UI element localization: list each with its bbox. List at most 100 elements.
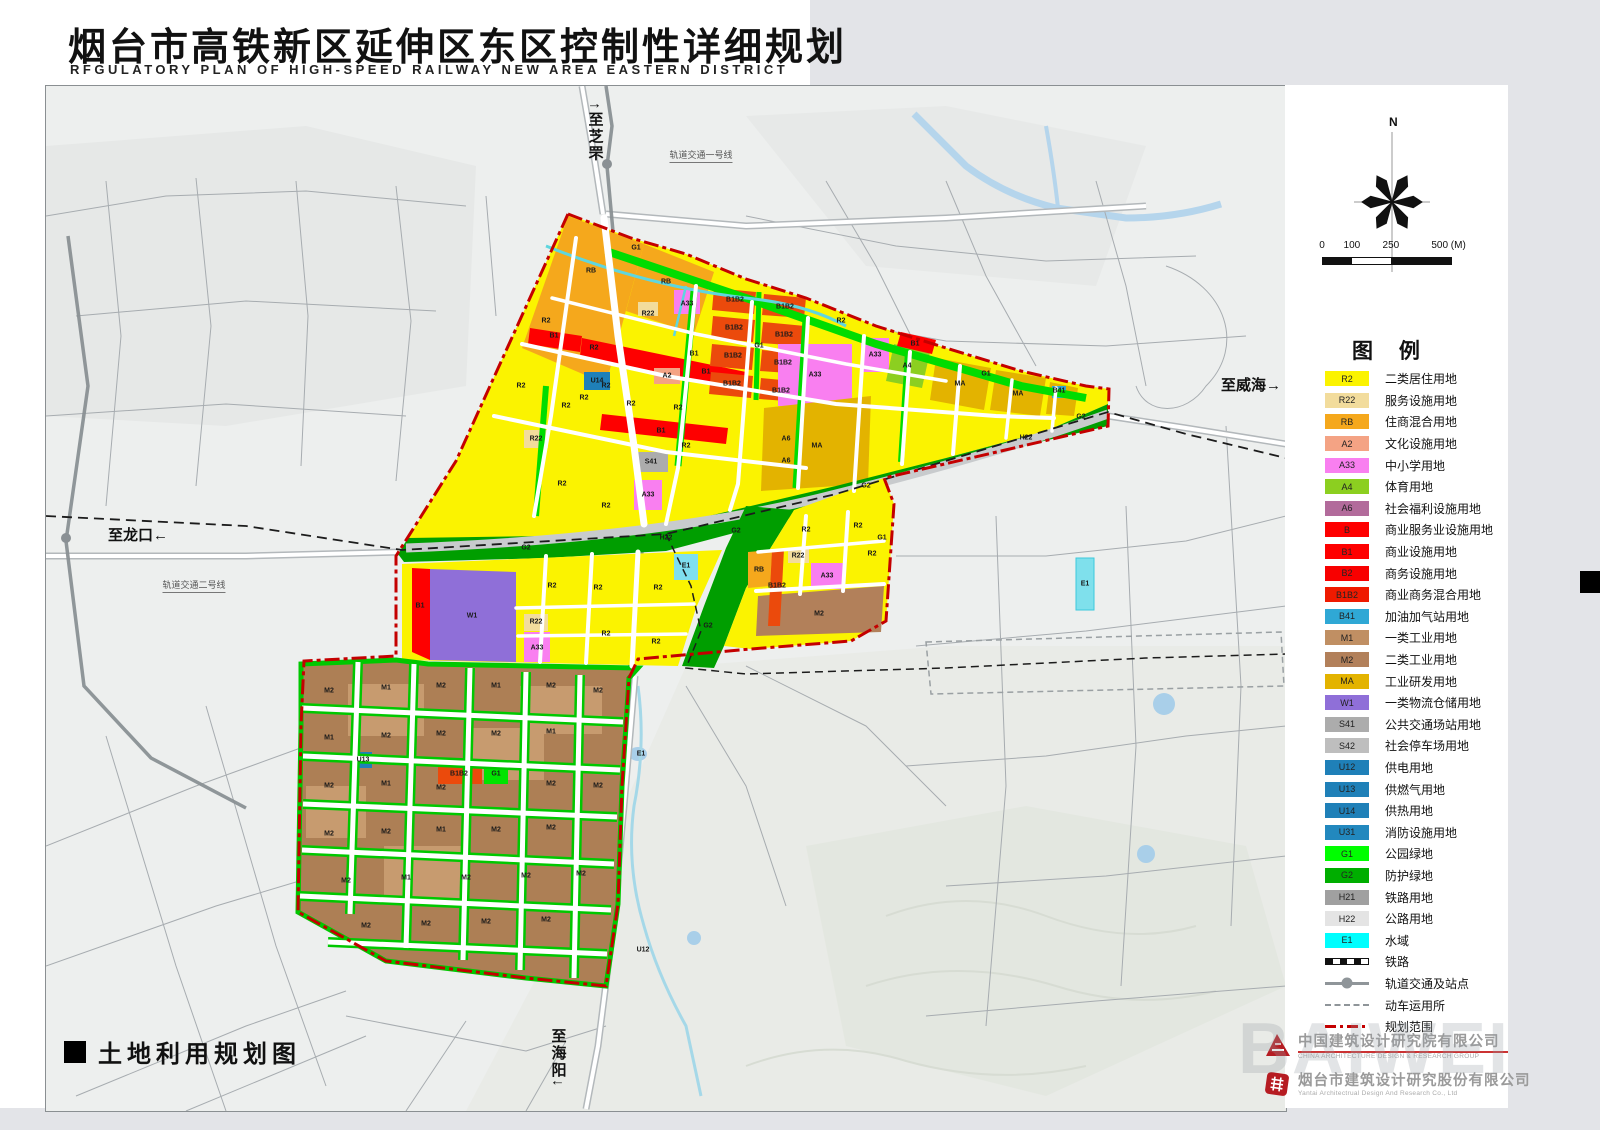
company-name-en: Yantai Architectrual Design And Research… — [1298, 1090, 1508, 1097]
legend-swatch: W1 — [1325, 695, 1369, 710]
legend-label: 二类居住用地 — [1385, 370, 1457, 387]
legend-item: U13 供燃气用地 — [1325, 778, 1515, 800]
legend-swatch: B1B2 — [1325, 587, 1369, 602]
legend-swatch: G2 — [1325, 868, 1369, 883]
legend-swatch: S42 — [1325, 738, 1369, 753]
legend-item: 动车运用所 — [1325, 994, 1515, 1016]
legend-title: 图 例 — [1352, 335, 1430, 365]
page-subtitle: RFGULATORY PLAN OF HIGH-SPEED RAILWAY NE… — [70, 62, 788, 77]
legend-item: RB 住商混合用地 — [1325, 411, 1515, 433]
legend-swatch: A4 — [1325, 479, 1369, 494]
credits-block: 中国建筑设计研究院有限公司CHINA ARCHITECTURE DESIGN &… — [1298, 1030, 1508, 1106]
legend-label: 二类工业用地 — [1385, 651, 1457, 668]
landuse-map: 土地利用规划图 G1RBRBA33R22R2R2B1A2B1B1R2R2R22R… — [45, 85, 1287, 1112]
legend-symbol-rail — [1325, 954, 1369, 969]
legend-item: A4 体育用地 — [1325, 476, 1515, 498]
company-name-zh: 中国建筑设计研究院有限公司 — [1298, 1030, 1508, 1053]
scale-bar-graphic — [1322, 257, 1452, 265]
legend-item: H22 公路用地 — [1325, 908, 1515, 930]
scale-tick: 0 — [1319, 240, 1325, 251]
credit-entry: 烟台市建筑设计研究股份有限公司Yantai Architectrual Desi… — [1298, 1069, 1508, 1097]
legend-item: M1 一类工业用地 — [1325, 627, 1515, 649]
legend-swatch: H21 — [1325, 890, 1369, 905]
legend-item: W1 一类物流仓储用地 — [1325, 692, 1515, 714]
legend-item: A2文化设施用地 — [1325, 433, 1515, 455]
scale-ticks: 0100250500 (M) — [1322, 240, 1452, 254]
scale-bar: 0100250500 (M) — [1322, 240, 1452, 274]
legend-label: 住商混合用地 — [1385, 413, 1457, 430]
legend-swatch: M2 — [1325, 652, 1369, 667]
legend-item: 轨道交通及站点 — [1325, 973, 1515, 995]
legend-label: 加油加气站用地 — [1385, 608, 1469, 625]
legend-label: 文化设施用地 — [1385, 435, 1457, 452]
legend-label: 动车运用所 — [1385, 997, 1445, 1014]
legend-label: 公路用地 — [1385, 910, 1433, 927]
legend-label: 社会停车场用地 — [1385, 737, 1469, 754]
legend-swatch: B — [1325, 522, 1369, 537]
legend-item: A6社会福利设施用地 — [1325, 498, 1515, 520]
legend-item: B41加油加气站用地 — [1325, 606, 1515, 628]
legend-swatch: U14 — [1325, 803, 1369, 818]
logistics-parcel-w1 — [430, 569, 516, 662]
legend-label: 中小学用地 — [1385, 457, 1445, 474]
legend-swatch: H22 — [1325, 911, 1369, 926]
legend-item: B1B2 商业商务混合用地 — [1325, 584, 1515, 606]
legend-item: H21铁路用地 — [1325, 886, 1515, 908]
legend-label: 供燃气用地 — [1385, 781, 1445, 798]
legend-label: 商业设施用地 — [1385, 543, 1457, 560]
legend-item: S42 社会停车场用地 — [1325, 735, 1515, 757]
legend-label: 体育用地 — [1385, 478, 1433, 495]
legend-label: 铁路 — [1385, 953, 1409, 970]
legend-label: 服务设施用地 — [1385, 392, 1457, 409]
legend-item: A33 中小学用地 — [1325, 454, 1515, 476]
legend-label: 商务设施用地 — [1385, 565, 1457, 582]
legend-swatch: S41 — [1325, 717, 1369, 732]
legend-swatch: B2 — [1325, 566, 1369, 581]
legend-label: 供电用地 — [1385, 759, 1433, 776]
legend-item: B 商业服务业设施用地 — [1325, 519, 1515, 541]
legend-label: 公共交通场站用地 — [1385, 716, 1481, 733]
legend-label: 商业服务业设施用地 — [1385, 521, 1493, 538]
legend-item: U14 供热用地 — [1325, 800, 1515, 822]
legend-swatch: A33 — [1325, 458, 1369, 473]
legend-label: 公园绿地 — [1385, 845, 1433, 862]
legend-label: 一类物流仓储用地 — [1385, 694, 1481, 711]
legend-label: 消防设施用地 — [1385, 824, 1457, 841]
legend-list: R2 二类居住用地 R22 服务设施用地 RB 住商混合用地 A2文化设施用地 A33 中小学用… — [1325, 368, 1515, 1037]
legend-label: 一类工业用地 — [1385, 629, 1457, 646]
legend-swatch: A6 — [1325, 501, 1369, 516]
legend-item: U12供电用地 — [1325, 757, 1515, 779]
legend-swatch: RB — [1325, 414, 1369, 429]
legend-label: 防护绿地 — [1385, 867, 1433, 884]
canvas-gray-right — [1508, 0, 1600, 1130]
credit-entry: 中国建筑设计研究院有限公司CHINA ARCHITECTURE DESIGN &… — [1298, 1030, 1508, 1060]
legend-item: S41 公共交通场站用地 — [1325, 714, 1515, 736]
title-block: 烟台市高铁新区延伸区东区控制性详细规划 RFGULATORY PLAN OF H… — [0, 0, 810, 85]
legend-swatch: E1 — [1325, 933, 1369, 948]
company-logo-icon — [1264, 1071, 1290, 1102]
scale-tick: 500 (M) — [1431, 240, 1465, 251]
legend-symbol-transit — [1325, 976, 1369, 991]
legend-swatch: R2 — [1325, 371, 1369, 386]
legend-item: 铁路 — [1325, 951, 1515, 973]
legend-item: E1水域 — [1325, 929, 1515, 951]
legend-label: 工业研发用地 — [1385, 673, 1457, 690]
legend-item: G1公园绿地 — [1325, 843, 1515, 865]
legend-label: 轨道交通及站点 — [1385, 975, 1469, 992]
legend-item: B2 商务设施用地 — [1325, 562, 1515, 584]
legend-item: R2 二类居住用地 — [1325, 368, 1515, 390]
legend-item: G2 防护绿地 — [1325, 865, 1515, 887]
legend-item: MA 工业研发用地 — [1325, 670, 1515, 692]
map-canvas — [46, 86, 1286, 1111]
scale-tick: 100 — [1344, 240, 1361, 251]
legend-label: 供热用地 — [1385, 802, 1433, 819]
legend-swatch: R22 — [1325, 393, 1369, 408]
legend-label: 商业商务混合用地 — [1385, 586, 1481, 603]
legend-swatch: MA — [1325, 674, 1369, 689]
scale-tick: 250 — [1383, 240, 1400, 251]
legend-symbol-depot — [1325, 998, 1369, 1013]
legend-swatch: M1 — [1325, 630, 1369, 645]
legend-item: B1商业设施用地 — [1325, 541, 1515, 563]
company-name-zh: 烟台市建筑设计研究股份有限公司 — [1298, 1069, 1508, 1090]
legend-swatch: U13 — [1325, 782, 1369, 797]
